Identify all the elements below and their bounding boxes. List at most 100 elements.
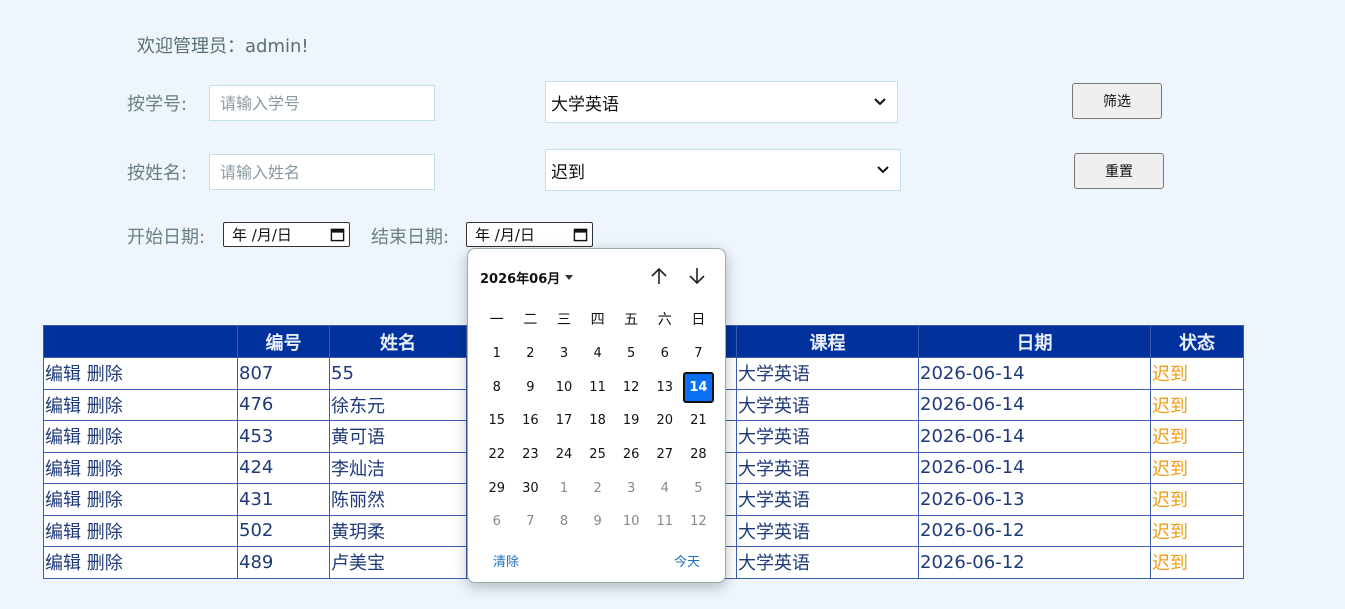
day-cell[interactable]: 22 <box>480 438 514 472</box>
day-cell[interactable]: 27 <box>648 438 682 472</box>
day-cell[interactable]: 12 <box>682 505 716 539</box>
day-cell[interactable]: 2 <box>514 337 548 371</box>
header-actions <box>43 325 238 358</box>
delete-link[interactable]: 删除 <box>87 364 123 385</box>
header-id: 编号 <box>237 325 330 358</box>
day-cell[interactable]: 4 <box>581 337 615 371</box>
cell-course: 大学英语 <box>736 388 919 421</box>
welcome-text: 欢迎管理员：admin! <box>137 36 309 57</box>
day-cell[interactable]: 26 <box>614 438 648 472</box>
delete-link[interactable]: 删除 <box>87 522 123 543</box>
weekday-label: 一 <box>489 312 504 328</box>
day-cell[interactable]: 6 <box>480 505 514 539</box>
month-selector[interactable]: 2026年06月 <box>480 268 574 287</box>
course-select-value: 大学英语 <box>551 94 619 115</box>
arrow-up-icon[interactable] <box>648 265 670 287</box>
day-cell[interactable]: 24 <box>547 438 581 472</box>
cell-status: 迟到 <box>1150 514 1244 547</box>
day-cell[interactable]: 5 <box>614 337 648 371</box>
calendar-icon[interactable] <box>573 227 588 242</box>
delete-link[interactable]: 删除 <box>87 490 123 511</box>
edit-link[interactable]: 编辑 <box>45 364 81 385</box>
chevron-down-icon <box>877 166 889 174</box>
cell-name: 55 <box>329 357 467 390</box>
day-cell[interactable]: 19 <box>614 404 648 438</box>
day-cell[interactable]: 13 <box>648 371 682 405</box>
cell-course: 大学英语 <box>736 451 919 484</box>
day-cell[interactable]: 1 <box>480 337 514 371</box>
day-cell[interactable]: 1 <box>547 471 581 505</box>
day-cell[interactable]: 3 <box>547 337 581 371</box>
day-cell[interactable]: 3 <box>614 471 648 505</box>
cell-date: 2026-06-14 <box>918 388 1151 421</box>
cell-id: 431 <box>237 483 330 516</box>
day-cell[interactable]: 12 <box>614 371 648 405</box>
delete-link[interactable]: 删除 <box>87 553 123 574</box>
day-grid[interactable]: 1 2 3 4 5 6 7 8 9 10 11 12 13 14 15 16 17 18 19 20 21 22 23 24 2… <box>480 337 715 539</box>
clear-button[interactable]: 清除 <box>493 551 519 570</box>
arrow-down-icon[interactable] <box>686 265 708 287</box>
day-cell[interactable]: 25 <box>581 438 615 472</box>
weekday-label: 四 <box>590 312 605 328</box>
student-id-input[interactable] <box>209 85 435 121</box>
day-cell[interactable]: 18 <box>581 404 615 438</box>
row-actions: 编辑 删除 <box>43 388 238 421</box>
day-cell[interactable]: 9 <box>581 505 615 539</box>
day-cell[interactable]: 10 <box>614 505 648 539</box>
edit-link[interactable]: 编辑 <box>45 553 81 574</box>
day-cell[interactable]: 21 <box>682 404 716 438</box>
cell-id: 424 <box>237 451 330 484</box>
start-date-input[interactable]: 年 /月/日 <box>223 222 350 247</box>
name-label: 按姓名: <box>127 163 188 184</box>
weekday-label: 三 <box>556 312 571 328</box>
cell-date: 2026-06-14 <box>918 420 1151 453</box>
day-cell[interactable]: 6 <box>648 337 682 371</box>
delete-link[interactable]: 删除 <box>87 459 123 480</box>
cell-course: 大学英语 <box>736 420 919 453</box>
day-cell[interactable]: 11 <box>581 371 615 405</box>
day-cell[interactable]: 20 <box>648 404 682 438</box>
end-date-input[interactable]: 年 /月/日 <box>466 222 593 247</box>
header-course: 课程 <box>736 325 919 358</box>
day-cell[interactable]: 28 <box>682 438 716 472</box>
day-cell[interactable]: 23 <box>514 438 548 472</box>
filter-button[interactable]: 筛选 <box>1072 83 1162 119</box>
edit-link[interactable]: 编辑 <box>45 490 81 511</box>
day-cell[interactable]: 16 <box>514 404 548 438</box>
cell-id: 489 <box>237 546 330 579</box>
day-cell[interactable]: 15 <box>480 404 514 438</box>
day-cell[interactable]: 29 <box>480 471 514 505</box>
day-cell[interactable]: 10 <box>547 371 581 405</box>
day-cell[interactable]: 11 <box>648 505 682 539</box>
date-picker-popup[interactable]: 2026年06月 一二三四五六日 1 2 3 4 5 6 7 8 9 10 11 12 13 14 15 16… <box>467 248 726 583</box>
day-cell[interactable]: 2 <box>581 471 615 505</box>
delete-link[interactable]: 删除 <box>87 427 123 448</box>
name-input[interactable] <box>209 154 435 190</box>
status-select[interactable]: 迟到 <box>545 149 901 191</box>
reset-button[interactable]: 重置 <box>1074 153 1164 189</box>
day-cell[interactable]: 30 <box>514 471 548 505</box>
day-cell[interactable]: 8 <box>480 371 514 405</box>
today-button[interactable]: 今天 <box>674 551 700 570</box>
day-cell[interactable]: 7 <box>514 505 548 539</box>
edit-link[interactable]: 编辑 <box>45 396 81 417</box>
weekday-label: 六 <box>657 312 672 328</box>
course-select[interactable]: 大学英语 <box>545 81 898 123</box>
day-cell[interactable]: 4 <box>648 471 682 505</box>
end-date-label: 结束日期: <box>371 227 450 248</box>
student-id-label: 按学号: <box>127 94 188 115</box>
day-cell[interactable]: 7 <box>682 337 716 371</box>
cell-status: 迟到 <box>1150 388 1244 421</box>
day-cell[interactable]: 17 <box>547 404 581 438</box>
edit-link[interactable]: 编辑 <box>45 522 81 543</box>
day-cell-selected[interactable]: 14 <box>682 371 715 404</box>
delete-link[interactable]: 删除 <box>87 396 123 417</box>
edit-link[interactable]: 编辑 <box>45 427 81 448</box>
day-cell[interactable]: 9 <box>514 371 548 405</box>
day-cell[interactable]: 5 <box>682 471 716 505</box>
cell-status: 迟到 <box>1150 546 1244 579</box>
day-cell[interactable]: 8 <box>547 505 581 539</box>
edit-link[interactable]: 编辑 <box>45 459 81 480</box>
calendar-icon[interactable] <box>330 227 345 242</box>
cell-course: 大学英语 <box>736 514 919 547</box>
